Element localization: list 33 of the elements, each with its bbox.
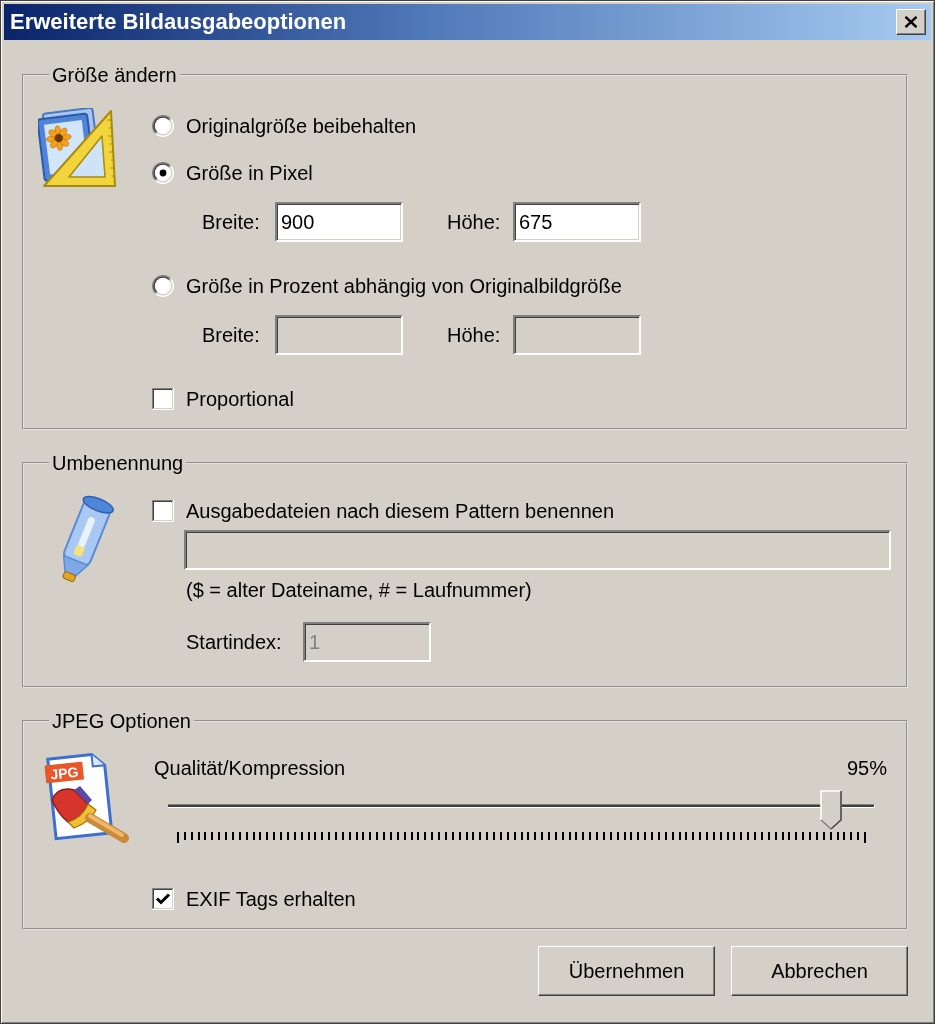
slider-reading: 95%	[846, 756, 887, 780]
field-label: Höhe:	[447, 210, 502, 234]
checkbox-label[interactable]: Ausgabedateien nach diesem Pattern benennen	[186, 499, 615, 523]
group-title: JPEG Optionen	[51, 710, 192, 732]
radio-button[interactable]	[152, 162, 174, 184]
checkbox[interactable]	[152, 388, 174, 410]
close-icon	[904, 16, 918, 28]
radio-label[interactable]: Größe in Pixel	[186, 161, 313, 185]
radio-button[interactable]	[152, 275, 174, 297]
field-label: Breite:	[202, 323, 261, 347]
checkbox-label[interactable]: EXIF Tags erhalten	[186, 887, 356, 911]
radio-label[interactable]: Größe in Prozent abhängig von Originalbildgröße	[186, 274, 622, 298]
field-label: Höhe:	[447, 323, 502, 347]
checkbox[interactable]	[152, 888, 174, 910]
picture-ruler-icon	[38, 108, 118, 188]
checkbox[interactable]	[152, 500, 174, 522]
input-field[interactable]: 675	[513, 202, 641, 242]
group-title: Größe ändern	[51, 64, 178, 86]
close-button[interactable]	[896, 9, 926, 35]
radio-button[interactable]	[152, 115, 174, 137]
input-field[interactable]: 900	[275, 202, 403, 242]
slider-track[interactable]	[168, 790, 875, 830]
slider-thumb[interactable]	[819, 790, 842, 830]
group-title: Umbenennung	[51, 452, 185, 474]
cancel-button[interactable]: Abbrechen	[731, 946, 908, 996]
field-label: Startindex:	[186, 630, 283, 654]
window-title: Erweiterte Bildausgabeoptionen	[10, 9, 347, 35]
checkbox-label[interactable]: Proportional	[186, 387, 294, 411]
hint-text: ($ = alter Dateiname, # = Laufnummer)	[186, 578, 532, 603]
apply-button[interactable]: Übernehmen	[538, 946, 715, 996]
radio-label[interactable]: Originalgröße beibehalten	[186, 114, 417, 138]
field-label: Breite:	[202, 210, 261, 234]
slider-label: Qualität/Kompression	[154, 756, 346, 780]
